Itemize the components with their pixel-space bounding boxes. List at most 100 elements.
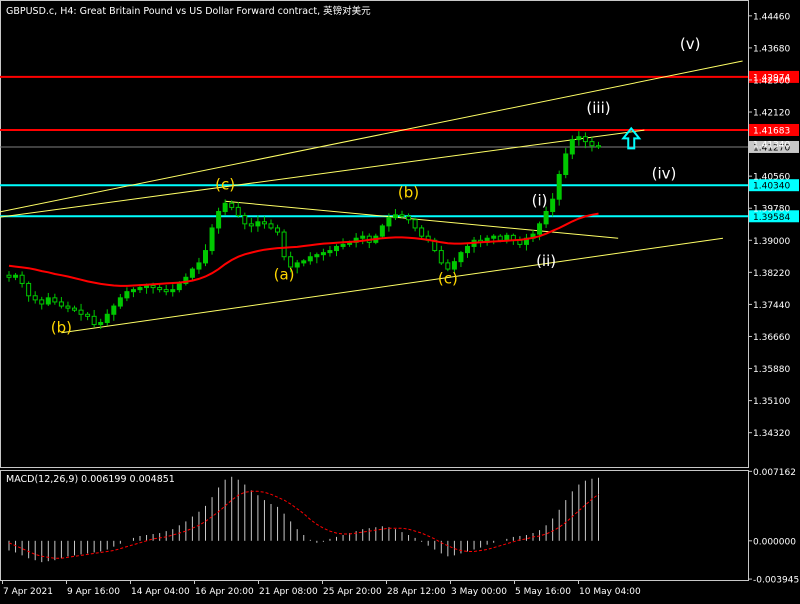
macd-label: MACD(12,26,9) 0.006199 0.004851 — [6, 474, 175, 485]
candle-body — [26, 282, 32, 297]
candle-body — [45, 297, 51, 305]
candle-body — [32, 295, 38, 301]
candle-body — [229, 202, 235, 208]
time-tick-label: 25 Apr 20:00 — [323, 587, 382, 597]
candle-body — [537, 223, 543, 235]
candle-body — [98, 322, 104, 326]
candle-body — [465, 245, 470, 254]
candle-body — [550, 198, 556, 213]
candle-body — [189, 268, 195, 278]
candle-body — [216, 211, 222, 229]
macd-tick-label: 0.007162 — [753, 468, 796, 478]
candle-body — [19, 274, 25, 284]
candle-body — [91, 315, 97, 326]
price-tick-label: 1.37440 — [753, 301, 790, 311]
price-tick-label: 1.34320 — [753, 429, 790, 439]
candle-body — [65, 305, 71, 309]
candle-body — [314, 254, 320, 258]
wave-label: (i) — [532, 191, 548, 209]
candle-body — [458, 252, 464, 263]
candle-body — [392, 214, 398, 219]
candle-body — [504, 234, 510, 241]
candle-body — [261, 221, 267, 225]
price-tick-label: 1.39000 — [753, 237, 790, 247]
trading-chart[interactable]: 1.42974 1.41683 1.40340 1.39584 1.41270 (b)(… — [0, 0, 800, 600]
candle-body — [39, 299, 45, 305]
candle-body — [255, 221, 261, 227]
candle-body — [222, 202, 228, 213]
candle-body — [320, 252, 326, 256]
candle-body — [327, 250, 333, 254]
wave-label: (v) — [680, 35, 701, 53]
candle-body — [491, 235, 497, 239]
price-tick-label: 1.44460 — [753, 12, 790, 22]
candle-body — [294, 262, 300, 268]
price-tick-label: 1.36660 — [753, 333, 790, 343]
price-tick-label: 1.41340 — [753, 141, 790, 151]
candle-body — [196, 262, 202, 270]
candle-body — [144, 285, 150, 289]
wave-label: (iii) — [586, 99, 610, 117]
macd-tick-label: -0.003945 — [753, 576, 799, 586]
candle-body — [576, 136, 582, 141]
time-tick-label: 21 Apr 08:00 — [259, 587, 318, 597]
candle-body — [556, 174, 562, 200]
candle-body — [386, 217, 392, 227]
time-tick-label: 16 Apr 20:00 — [195, 587, 254, 597]
macd-tick-label: 0.000000 — [753, 537, 796, 547]
candle-body — [85, 313, 91, 317]
candle-body — [13, 274, 19, 278]
wave-label: (b) — [51, 318, 72, 336]
price-tick-label: 1.40560 — [753, 173, 790, 183]
candle-body — [451, 261, 457, 270]
candle-body — [104, 313, 110, 324]
candle-body — [163, 289, 169, 293]
wave-label: (c) — [215, 175, 235, 193]
candle-body — [301, 260, 307, 264]
candle-body — [268, 223, 274, 229]
wave-label: (iv) — [652, 165, 677, 183]
candle-body — [569, 139, 575, 155]
level-price-label: 1.41683 — [753, 126, 790, 136]
time-tick-label: 10 May 04:00 — [579, 587, 641, 597]
candle-body — [307, 256, 313, 262]
candle-body — [137, 287, 143, 291]
candle-body — [438, 250, 444, 264]
candle-body — [589, 141, 595, 147]
candle-body — [52, 297, 58, 303]
candle-body — [497, 235, 503, 241]
candle-body — [150, 285, 156, 289]
wave-label: (c) — [438, 269, 458, 287]
chart-canvas[interactable]: 1.429741.416831.403401.395841.41270 (b)(… — [0, 0, 800, 600]
price-tick-label: 1.42120 — [753, 109, 790, 119]
price-tick-label: 1.38220 — [753, 269, 790, 279]
candle-body — [124, 291, 130, 299]
time-tick-label: 3 May 00:00 — [451, 587, 507, 597]
candle-body — [235, 206, 241, 217]
price-tick-label: 1.35100 — [753, 397, 790, 407]
time-tick-label: 14 Apr 04:00 — [131, 587, 190, 597]
candle-body — [117, 297, 123, 307]
candle-body — [399, 214, 405, 217]
candle-body — [248, 223, 254, 227]
candle-body — [334, 245, 339, 252]
price-tick-label: 1.39780 — [753, 205, 790, 215]
candle-body — [412, 219, 418, 229]
chart-title: GBPUSD.c, H4: Great Britain Pound vs US … — [6, 5, 371, 17]
time-tick-label: 5 May 16:00 — [515, 587, 571, 597]
candle-body — [340, 243, 346, 247]
candle-body — [203, 250, 208, 264]
wave-label: (a) — [274, 265, 295, 283]
candle-body — [582, 136, 588, 143]
candle-body — [130, 289, 136, 293]
time-tick-label: 28 Apr 12:00 — [387, 587, 446, 597]
wave-label: (b) — [398, 184, 419, 202]
candle-body — [406, 215, 412, 221]
candle-body — [419, 227, 425, 237]
candle-body — [379, 225, 385, 237]
candle-body — [209, 227, 215, 252]
candle-body — [157, 287, 163, 291]
level-price-label: 1.40340 — [753, 182, 790, 192]
candle-body — [111, 305, 117, 315]
time-tick-label: 9 Apr 16:00 — [67, 587, 120, 597]
